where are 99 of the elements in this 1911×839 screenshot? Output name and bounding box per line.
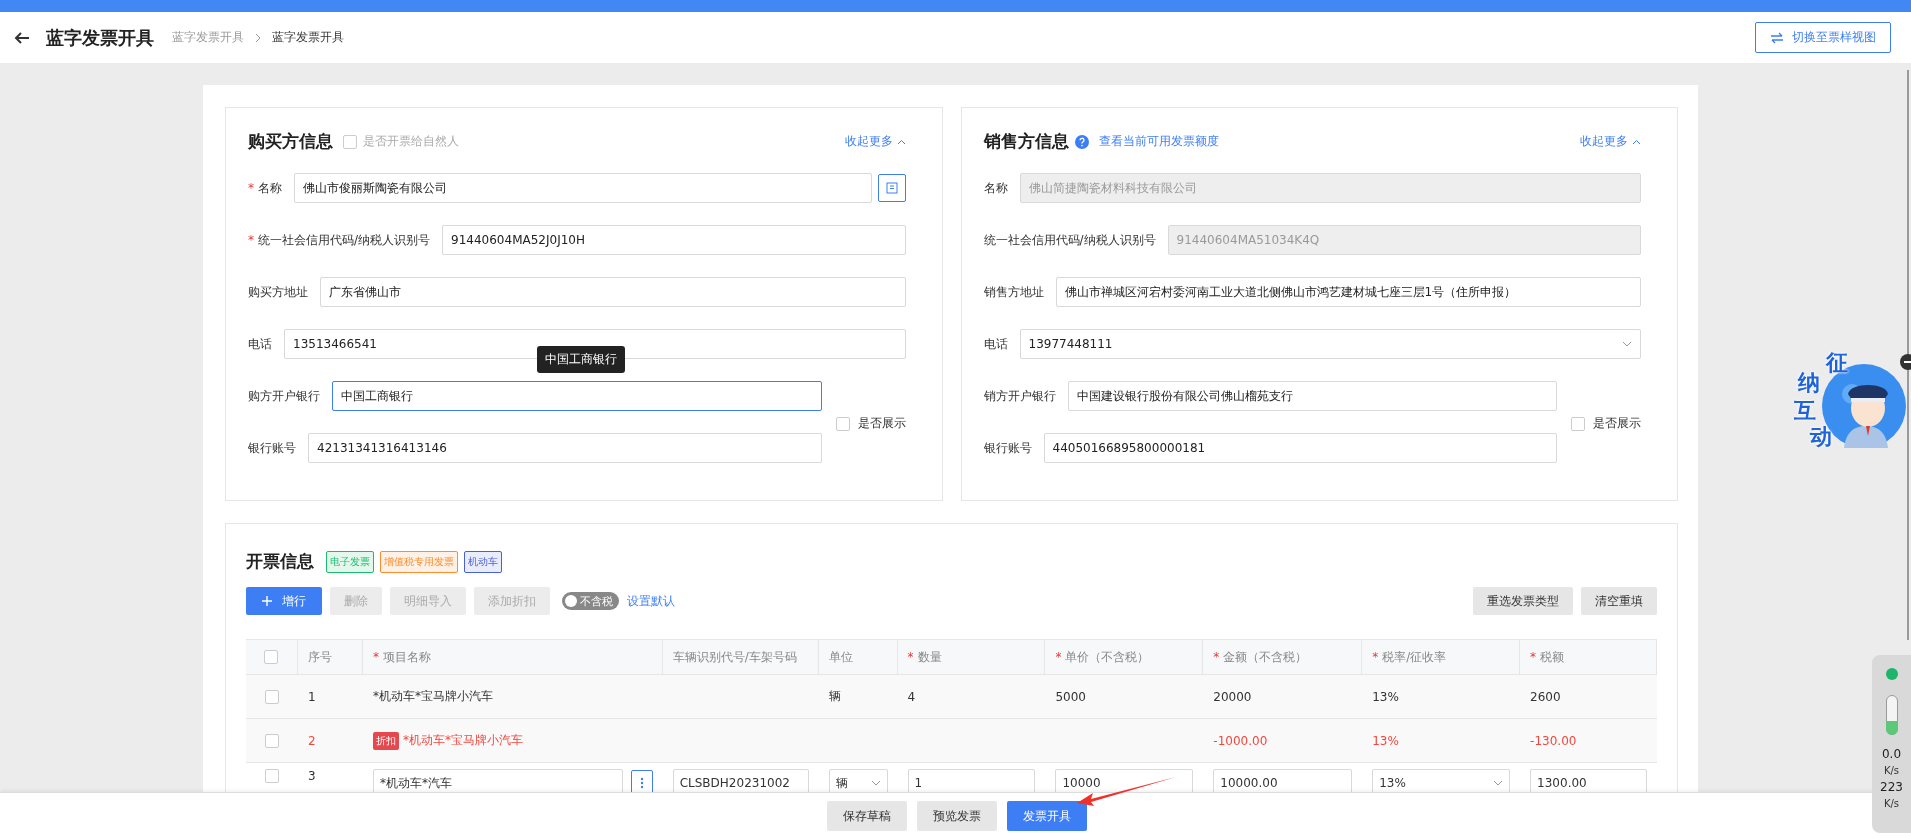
- table-cell: 辆: [828, 688, 841, 705]
- table-cell: 2: [307, 733, 316, 748]
- discount-badge: 折扣: [372, 731, 399, 750]
- quota-link[interactable]: 查看当前可用发票额度: [1098, 133, 1219, 150]
- chevron-icon: [254, 32, 262, 43]
- table-cell: 3: [307, 769, 316, 783]
- table-cell: 13%: [1372, 689, 1399, 704]
- text-field[interactable]: 中国建设银行股份有限公司佛山榴苑支行: [1067, 381, 1557, 411]
- invoice-type-tag: 增值税专用发票: [380, 550, 458, 573]
- footer-button[interactable]: 保存草稿: [826, 801, 907, 831]
- assistant-widget[interactable]: 征纳互动: [1788, 348, 1906, 456]
- field-label: 销售方地址: [983, 283, 1044, 301]
- column-header: 单位: [818, 640, 898, 674]
- meter-icon: [1885, 695, 1898, 735]
- chevron-down-icon: [870, 780, 881, 786]
- checkbox-label: 是否展示: [1593, 415, 1641, 432]
- select-field[interactable]: 13977448111: [1019, 329, 1641, 359]
- page-title: 蓝字发票开具: [46, 25, 154, 50]
- swap-icon: [1770, 31, 1784, 44]
- checkbox[interactable]: [1571, 416, 1585, 431]
- breadcrumb-item: 蓝字发票开具: [272, 29, 344, 46]
- checkbox[interactable]: [264, 769, 279, 783]
- table-cell: 13%: [1372, 733, 1399, 748]
- widget-title: 征纳互动: [1793, 349, 1848, 451]
- download-speed: 223: [1880, 780, 1903, 794]
- table-cell: 1: [307, 689, 316, 704]
- table-cell: 5000: [1055, 689, 1086, 704]
- switch-view-button[interactable]: 切换至票样视图: [1755, 22, 1891, 53]
- text-field[interactable]: 91440604MA52J0J10H: [442, 225, 906, 255]
- table-cell: -1000.00: [1213, 733, 1268, 748]
- chevron-up-icon: [896, 138, 906, 145]
- column-header: * 税额: [1520, 640, 1657, 674]
- checkbox-label: 是否展示: [857, 415, 906, 432]
- lookup-button[interactable]: [877, 174, 906, 202]
- checkbox[interactable]: [264, 650, 279, 664]
- checkbox[interactable]: [264, 689, 279, 704]
- table-cell: -130.00: [1530, 733, 1577, 748]
- column-header: * 数量: [897, 640, 1046, 674]
- column-header: 车辆识别代号/车架号码: [662, 640, 819, 674]
- field-label: 名称: [983, 179, 1008, 197]
- collapse-link[interactable]: 收起更多: [844, 133, 906, 150]
- section-title: 购买方信息: [248, 130, 333, 153]
- table-cell: *机动车*宝马牌小汽车: [402, 732, 523, 749]
- field-label: 销方开户银行: [983, 387, 1056, 405]
- text-field[interactable]: 佛山市禅城区河宕村委河南工业大道北侧佛山市鸿艺建材城七座三层1号（住所申报）: [1055, 277, 1641, 307]
- add-row-button[interactable]: 增行: [246, 587, 322, 615]
- section-title: 开票信息: [246, 550, 314, 573]
- upload-unit: K/s: [1883, 765, 1900, 776]
- checkbox[interactable]: [835, 416, 850, 431]
- text-field[interactable]: 佛山市俊丽斯陶瓷有限公司: [294, 173, 872, 203]
- field-label: 银行账号: [983, 439, 1032, 457]
- more-button[interactable]: [630, 770, 653, 792]
- status-dot-icon: [1884, 667, 1899, 681]
- upload-speed: 0.0: [1881, 747, 1902, 761]
- invoice-type-tag: 机动车: [464, 550, 502, 573]
- checkbox[interactable]: [343, 134, 357, 149]
- column-header: * 金额（不含税）: [1203, 640, 1363, 674]
- text-field[interactable]: 广东省佛山市: [320, 277, 906, 307]
- footer-button[interactable]: 预览发票: [916, 801, 997, 831]
- field-label: 电话: [248, 335, 272, 353]
- field-label: 购方开户银行: [248, 387, 320, 405]
- text-field[interactable]: 42131341316413146: [308, 433, 822, 463]
- text-field[interactable]: 44050166895800000181: [1043, 433, 1557, 463]
- section-title: 销售方信息: [983, 130, 1069, 153]
- chevron-up-icon: [1632, 138, 1641, 145]
- back-arrow-icon[interactable]: [14, 30, 30, 45]
- toolbar-button[interactable]: 清空重填: [1581, 587, 1657, 615]
- checkbox-label: 是否开票给自然人: [363, 133, 459, 150]
- table-cell: *机动车*宝马牌小汽车: [372, 688, 493, 705]
- scroll-track[interactable]: [1907, 70, 1909, 640]
- tax-toggle[interactable]: 不含税: [562, 592, 619, 610]
- table-cell: 20000: [1213, 689, 1252, 704]
- column-header: 序号: [297, 640, 363, 674]
- chevron-down-icon: [1493, 780, 1504, 786]
- toolbar-button[interactable]: 重选发票类型: [1473, 587, 1573, 615]
- column-header: * 税率/征收率: [1362, 640, 1521, 674]
- table-cell: 4: [907, 689, 916, 704]
- chevron-down-icon: [1622, 341, 1632, 347]
- plus-icon: [262, 596, 272, 606]
- collapse-link[interactable]: 收起更多: [1580, 133, 1641, 150]
- help-icon: [1074, 134, 1089, 149]
- more-icon: [639, 777, 644, 789]
- column-header: * 项目名称: [362, 640, 663, 674]
- download-unit: K/s: [1883, 798, 1900, 809]
- field-label: * 名称: [248, 179, 282, 197]
- table-cell: 2600: [1530, 689, 1561, 704]
- text-field[interactable]: 中国工商银行: [332, 381, 822, 411]
- field-label: 电话: [983, 335, 1008, 353]
- invoice-type-tag: 电子发票: [326, 550, 374, 573]
- column-header: * 单价（不含税）: [1045, 640, 1204, 674]
- field-label: * 统一社会信用代码/纳税人识别号: [248, 231, 431, 249]
- checkbox[interactable]: [264, 733, 279, 748]
- issue-invoice-button[interactable]: 发票开具: [1006, 801, 1087, 831]
- default-settings-link[interactable]: 设置默认: [627, 592, 675, 610]
- list-icon: [885, 182, 898, 194]
- tooltip: 中国工商银行: [537, 346, 625, 373]
- field-label: 统一社会信用代码/纳税人识别号: [983, 231, 1156, 249]
- field-label: 购买方地址: [248, 283, 308, 301]
- field-label: 银行账号: [248, 439, 296, 457]
